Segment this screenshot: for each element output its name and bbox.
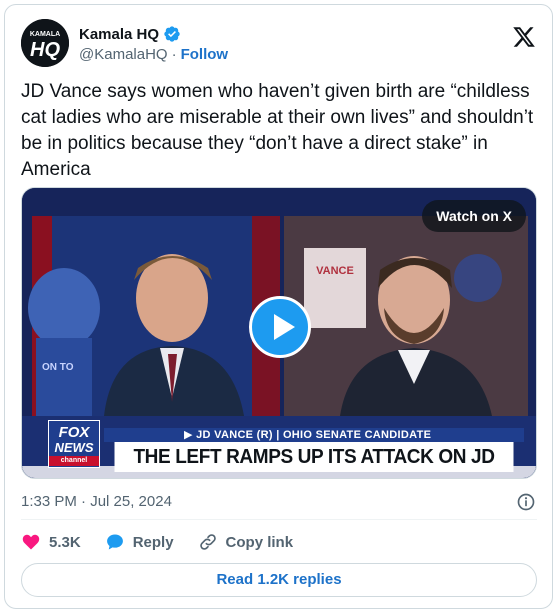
avatar[interactable]: KAMALA HQ [21, 19, 69, 67]
author-handle[interactable]: @KamalaHQ [79, 46, 168, 63]
watch-on-x-button[interactable]: Watch on X [422, 200, 526, 232]
network-line1: FOX [58, 424, 90, 441]
network-logo: FOX NEWS channel [48, 420, 100, 468]
x-logo-icon[interactable] [512, 25, 536, 49]
network-line3: channel [49, 456, 99, 466]
tweet-timestamp[interactable]: 1:33 PM · Jul 25, 2024 [21, 493, 172, 510]
link-icon [199, 534, 216, 550]
action-bar: 5.3K Reply Copy link [21, 527, 293, 557]
reply-button[interactable]: Reply [105, 532, 174, 552]
read-replies-button[interactable]: Read 1.2K replies [21, 563, 537, 597]
podium-text: ON TO [42, 362, 74, 373]
sign-text: VANCE [316, 265, 354, 277]
network-line2: NEWS [54, 440, 94, 455]
divider [21, 519, 537, 520]
tweet-text: JD Vance says women who haven’t given bi… [21, 81, 534, 180]
heart-icon [22, 534, 40, 550]
video-player[interactable]: ON TO VANCE FOX NEWS channel ▶ JD VANCE … [21, 187, 537, 479]
tweet-header: KAMALA HQ Kamala HQ @KamalaHQ · Follow [21, 19, 536, 71]
avatar-text-top: KAMALA [30, 31, 60, 38]
chyron-subtitle: ▶ JD VANCE (R) | OHIO SENATE CANDIDATE [104, 428, 524, 442]
background-sign [304, 248, 366, 328]
tweet-card: KAMALA HQ Kamala HQ @KamalaHQ · Follow J… [4, 4, 553, 609]
name-row: Kamala HQ [79, 25, 181, 43]
info-icon[interactable] [516, 492, 536, 512]
capitol-dome [28, 268, 100, 348]
like-count: 5.3K [49, 533, 81, 551]
chyron-headline: THE LEFT RAMPS UP ITS ATTACK ON JD VANCE [114, 442, 514, 478]
copy-link-label: Copy link [225, 533, 294, 551]
handle-row: @KamalaHQ · Follow [79, 46, 228, 63]
verified-badge-icon [164, 26, 180, 42]
avatar-image: KAMALA HQ [21, 19, 69, 67]
follow-button[interactable]: Follow [181, 46, 229, 63]
separator-dot: · [171, 46, 177, 63]
reply-label: Reply [132, 533, 174, 551]
copy-link-button[interactable]: Copy link [198, 532, 294, 552]
reply-bubble-icon [106, 534, 123, 550]
author-name[interactable]: Kamala HQ [79, 26, 159, 43]
avatar-text-main: HQ [30, 39, 60, 61]
play-button-icon[interactable] [249, 296, 311, 358]
like-button[interactable]: 5.3K [21, 532, 81, 552]
